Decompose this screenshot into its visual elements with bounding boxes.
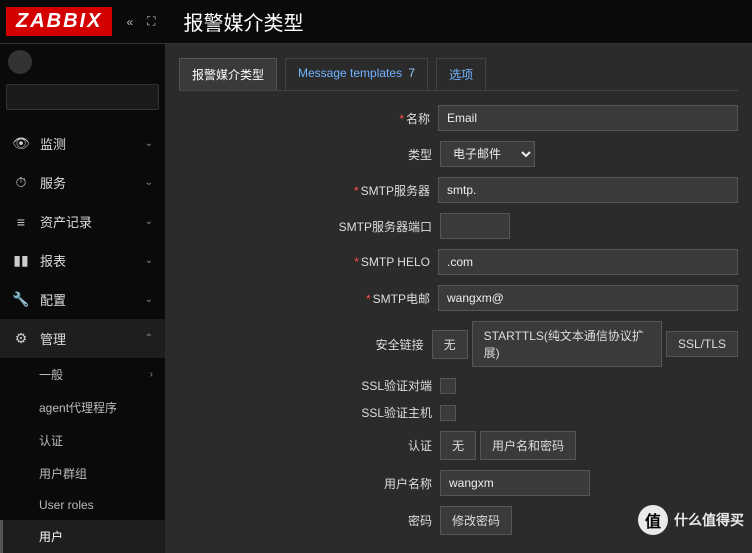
tab-message-templates[interactable]: Message templates 7 bbox=[285, 58, 428, 90]
subnav-auth[interactable]: 认证 bbox=[0, 424, 165, 457]
sidebar-item-label: 管理 bbox=[40, 329, 135, 348]
label-type: 类型 bbox=[408, 148, 432, 162]
sidebar-item-label: 监测 bbox=[40, 134, 135, 153]
gear-icon: ⚙ bbox=[12, 330, 30, 347]
sidebar-item-monitoring[interactable]: 👁 监测 ⌄ bbox=[0, 124, 165, 163]
sidebar-item-label: 资产记录 bbox=[40, 212, 135, 231]
type-select[interactable]: 电子邮件 bbox=[440, 141, 535, 167]
label-smtp-server: SMTP服务器 bbox=[361, 184, 430, 198]
tab-label: Message templates bbox=[298, 66, 402, 80]
content: 报警媒介类型 Message templates 7 选项 *名称 类型 电子邮… bbox=[165, 44, 752, 541]
label-ssl-verify-host: SSL验证主机 bbox=[361, 406, 432, 420]
sidebar-item-reports[interactable]: ▮▮ 报表 ⌄ bbox=[0, 241, 165, 280]
auth-userpass-button[interactable]: 用户名和密码 bbox=[480, 431, 576, 460]
username-input[interactable] bbox=[440, 470, 590, 496]
search-input[interactable] bbox=[7, 85, 174, 109]
label-authentication: 认证 bbox=[408, 439, 432, 453]
chevron-down-icon: ⌄ bbox=[145, 294, 153, 305]
watermark-icon: 值 bbox=[638, 505, 668, 535]
subnav-users[interactable]: 用户 bbox=[0, 520, 165, 553]
tab-options[interactable]: 选项 bbox=[436, 58, 486, 90]
label-name: 名称 bbox=[406, 112, 430, 126]
smtp-server-input[interactable] bbox=[438, 177, 738, 203]
watermark: 值 什么值得买 bbox=[638, 505, 744, 535]
fullscreen-icon[interactable]: ⛶ bbox=[147, 14, 155, 29]
security-starttls-button[interactable]: STARTTLS(纯文本通信协议扩展) bbox=[472, 321, 662, 367]
chevron-up-icon: ⌃ bbox=[145, 333, 153, 344]
chevron-right-icon: › bbox=[150, 369, 153, 380]
change-password-button[interactable]: 修改密码 bbox=[440, 506, 512, 535]
security-none-button[interactable]: 无 bbox=[432, 330, 468, 359]
eye-icon: 👁 bbox=[12, 135, 30, 152]
subnav-label: 认证 bbox=[39, 432, 63, 449]
tab-count: 7 bbox=[408, 66, 415, 80]
sidebar-item-config[interactable]: 🔧 配置 ⌄ bbox=[0, 280, 165, 319]
label-connection-security: 安全链接 bbox=[376, 338, 424, 352]
subnav-label: 用户群组 bbox=[39, 465, 87, 482]
label-smtp-email: SMTP电邮 bbox=[373, 292, 430, 306]
sidebar-item-admin[interactable]: ⚙ 管理 ⌃ bbox=[0, 319, 165, 358]
tab-media-type[interactable]: 报警媒介类型 bbox=[179, 58, 277, 90]
ssl-verify-host-checkbox[interactable] bbox=[440, 405, 456, 421]
bar-chart-icon: ▮▮ bbox=[12, 252, 30, 269]
sidebar: 🔍 👁 监测 ⌄ ⏱ 服务 ⌄ ≡ 资产记录 ⌄ ▮▮ 报表 ⌄ bbox=[0, 44, 165, 541]
watermark-text: 什么值得买 bbox=[674, 510, 744, 530]
clock-icon: ⏱ bbox=[12, 174, 30, 191]
subnav-label: 一般 bbox=[39, 366, 63, 383]
label-ssl-verify-peer: SSL验证对端 bbox=[361, 379, 432, 393]
page-title: 报警媒介类型 bbox=[184, 7, 304, 36]
list-icon: ≡ bbox=[12, 214, 30, 230]
subnav-label: agent代理程序 bbox=[39, 399, 117, 416]
ssl-verify-peer-checkbox[interactable] bbox=[440, 378, 456, 394]
security-ssltls-button[interactable]: SSL/TLS bbox=[666, 331, 738, 357]
search-box[interactable]: 🔍 bbox=[6, 84, 159, 110]
smtp-helo-input[interactable] bbox=[438, 249, 738, 275]
smtp-port-input[interactable] bbox=[440, 213, 510, 239]
sidebar-item-inventory[interactable]: ≡ 资产记录 ⌄ bbox=[0, 202, 165, 241]
sidebar-item-label: 服务 bbox=[40, 173, 135, 192]
subnav-usergroups[interactable]: 用户群组 bbox=[0, 457, 165, 490]
subnav-label: 用户 bbox=[39, 528, 63, 545]
label-smtp-helo: SMTP HELO bbox=[361, 255, 430, 269]
subnav-general[interactable]: 一般 › bbox=[0, 358, 165, 391]
sidebar-item-label: 配置 bbox=[40, 290, 135, 309]
chevron-down-icon: ⌄ bbox=[145, 255, 153, 266]
chevron-down-icon: ⌄ bbox=[145, 216, 153, 227]
label-username: 用户名称 bbox=[384, 477, 432, 491]
subnav-label: User roles bbox=[39, 498, 94, 512]
chevron-down-icon: ⌄ bbox=[145, 138, 153, 149]
name-input[interactable] bbox=[438, 105, 738, 131]
sidebar-item-services[interactable]: ⏱ 服务 ⌄ bbox=[0, 163, 165, 202]
brand-logo: ZABBIX bbox=[6, 7, 112, 36]
chevron-down-icon: ⌄ bbox=[145, 177, 153, 188]
subnav-proxies[interactable]: agent代理程序 bbox=[0, 391, 165, 424]
collapse-sidebar-icon[interactable]: « bbox=[126, 15, 133, 29]
avatar[interactable] bbox=[8, 50, 32, 74]
auth-none-button[interactable]: 无 bbox=[440, 431, 476, 460]
smtp-email-input[interactable] bbox=[438, 285, 738, 311]
sidebar-item-label: 报表 bbox=[40, 251, 135, 270]
wrench-icon: 🔧 bbox=[12, 291, 30, 308]
label-smtp-port: SMTP服务器端口 bbox=[339, 220, 432, 234]
subnav-userroles[interactable]: User roles bbox=[0, 490, 165, 520]
label-password: 密码 bbox=[408, 514, 432, 528]
